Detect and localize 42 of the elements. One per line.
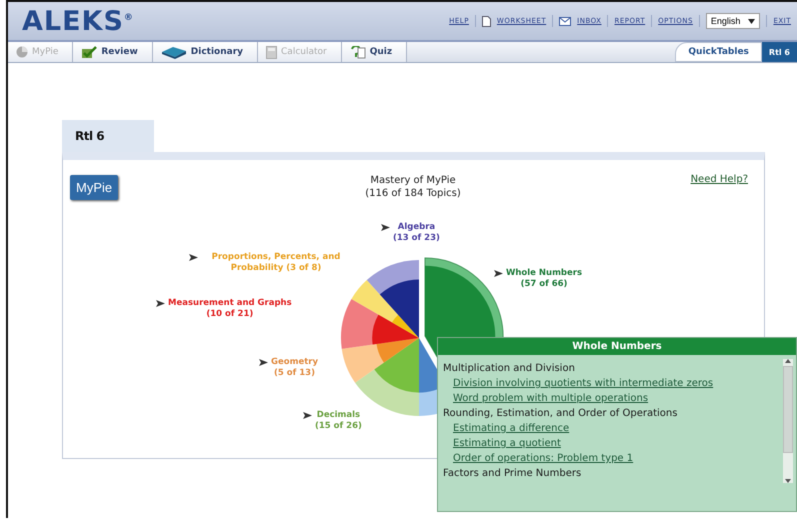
scrollbar[interactable] xyxy=(783,359,793,483)
arrow-icon xyxy=(303,412,312,419)
topic-link[interactable]: Estimating a quotient xyxy=(443,436,775,451)
language-dropdown[interactable]: English xyxy=(706,13,760,29)
topic-heading: Multiplication and Division xyxy=(443,362,576,376)
pie-icon xyxy=(16,46,28,58)
nav-tab[interactable]: Dictionary xyxy=(152,42,258,62)
topic-link[interactable]: Estimating a difference xyxy=(443,421,775,436)
nav-tab[interactable]: Quiz xyxy=(342,42,408,62)
topic-link[interactable]: Order of operations: Problem type 1 xyxy=(443,451,775,466)
chart-title: Mastery of MyPie (116 of 184 Topics) xyxy=(364,174,462,200)
pie-label[interactable]: Whole Numbers (57 of 66) xyxy=(506,268,582,290)
nav-tab[interactable]: QuickTables xyxy=(675,42,762,62)
document-icon xyxy=(482,16,491,26)
book-icon xyxy=(160,46,187,58)
aleks-logo: ALEKS$^{®}$ xyxy=(22,6,135,36)
topic-heading: Rounding, Estimation, and Order of Operations xyxy=(443,407,678,421)
nav-tab[interactable]: Rtl 6 xyxy=(762,42,797,62)
popup-title: Whole Numbers xyxy=(438,338,796,355)
topic-link[interactable]: Division involving quotients with intermediate zeros xyxy=(443,376,775,391)
nav-tab[interactable]: Review xyxy=(73,42,153,62)
arrow-icon xyxy=(259,359,268,366)
pie-slice[interactable] xyxy=(366,260,419,338)
pie-label[interactable]: Decimals (15 of 26) xyxy=(315,410,362,432)
scroll-down-icon[interactable] xyxy=(785,479,791,483)
panel-tab[interactable]: Rtl 6 xyxy=(62,120,154,152)
arrow-icon xyxy=(494,270,503,277)
pie-label[interactable]: Measurement and Graphs (10 of 21) xyxy=(168,298,292,320)
scroll-up-icon[interactable] xyxy=(785,359,791,363)
checkmark-icon xyxy=(81,46,98,58)
envelope-icon xyxy=(559,16,572,26)
caret-icon xyxy=(748,18,756,24)
arrow-icon xyxy=(381,224,390,231)
topic-link[interactable]: Word problem with multiple operations xyxy=(443,391,775,406)
help-link[interactable]: Need Help? xyxy=(690,174,748,185)
calculator-icon xyxy=(266,46,278,58)
quiz-icon xyxy=(350,46,366,58)
mypie-button[interactable]: MyPie xyxy=(70,175,118,200)
arrow-icon xyxy=(189,254,198,261)
arrow-icon xyxy=(156,300,165,307)
topic-heading: Factors and Prime Numbers xyxy=(443,467,582,481)
pie-label[interactable]: Algebra (13 of 23) xyxy=(393,222,440,244)
